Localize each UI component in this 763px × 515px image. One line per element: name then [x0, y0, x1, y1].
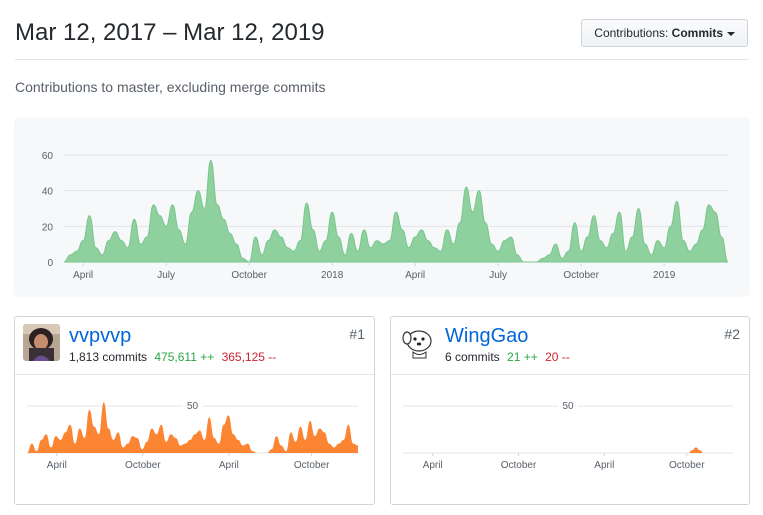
cartoon-dog-icon[interactable] [399, 324, 436, 361]
user-photo-icon[interactable] [23, 324, 60, 361]
contributor-stats: 1,813 commits 475,611 ++ 365,125 -- [69, 350, 276, 364]
contributor-card-2: WingGao 6 commits 21 ++ 20 -- #2 50 April… [390, 316, 750, 505]
commits-area-series [63, 159, 729, 263]
contributor-card-header: WingGao 6 commits 21 ++ 20 -- #2 [391, 317, 749, 375]
x-tick-label: April [405, 270, 425, 281]
y-tick-label: 60 [42, 151, 54, 162]
contributions-type-dropdown[interactable]: Contributions: Commits [581, 19, 748, 47]
contributor-username-link[interactable]: vvpvvp [69, 325, 131, 348]
y-gridline-label: 50 [562, 401, 574, 412]
x-tick-label: October [501, 460, 537, 471]
deletions-count: 20 -- [545, 350, 570, 364]
contributor-username-link[interactable]: WingGao [445, 325, 528, 348]
deletions-count: 365,125 -- [221, 350, 277, 364]
x-tick-label: 2018 [321, 270, 344, 281]
additions-count: 475,611 ++ [154, 350, 215, 364]
dropdown-prefix: Contributions: [594, 26, 672, 40]
contributor-card-header: vvpvvp 1,813 commits 475,611 ++ 365,125 … [15, 317, 374, 375]
contributor-mini-chart[interactable]: 50 April October April October [391, 375, 749, 503]
contributor-rank: #1 [349, 326, 365, 342]
contributor-mini-chart[interactable]: 50 April October April October [15, 375, 374, 503]
date-range-title: Mar 12, 2017 – Mar 12, 2019 [15, 19, 325, 46]
y-tick-label: 20 [42, 222, 54, 233]
commits-count: 1,813 commits [69, 350, 148, 364]
y-tick-label: 40 [42, 187, 54, 198]
x-tick-label: 2019 [653, 270, 676, 281]
contributor-card-1: vvpvvp 1,813 commits 475,611 ++ 365,125 … [14, 316, 375, 505]
y-tick-label: 0 [47, 258, 53, 269]
dropdown-value: Commits [671, 26, 723, 40]
x-tick-label: April [219, 460, 239, 471]
x-tick-label: July [489, 270, 507, 281]
user-commits-area-series [403, 447, 733, 453]
chart-subtitle: Contributions to master, excluding merge… [15, 79, 326, 95]
page-header: Mar 12, 2017 – Mar 12, 2019 Contribution… [15, 17, 748, 60]
caret-down-icon [727, 31, 735, 36]
x-tick-label: April [594, 460, 614, 471]
x-tick-label: October [231, 270, 267, 281]
y-gridline-label: 50 [187, 401, 199, 412]
main-chart-svg: 0 20 40 60 April July October 2018 April July Octo… [42, 151, 729, 281]
x-tick-label: October [125, 460, 161, 471]
commits-count: 6 commits [445, 350, 500, 364]
x-tick-label: July [157, 270, 175, 281]
contributor-stats: 6 commits 21 ++ 20 -- [445, 350, 570, 364]
main-commits-chart[interactable]: 0 20 40 60 April July October 2018 April July Octo… [14, 117, 750, 297]
x-tick-label: April [47, 460, 67, 471]
x-tick-label: April [423, 460, 443, 471]
x-tick-label: October [294, 460, 330, 471]
contributor-rank: #2 [724, 326, 740, 342]
x-tick-label: October [669, 460, 705, 471]
additions-count: 21 ++ [507, 350, 538, 364]
x-tick-label: April [73, 270, 93, 281]
x-tick-label: October [563, 270, 599, 281]
